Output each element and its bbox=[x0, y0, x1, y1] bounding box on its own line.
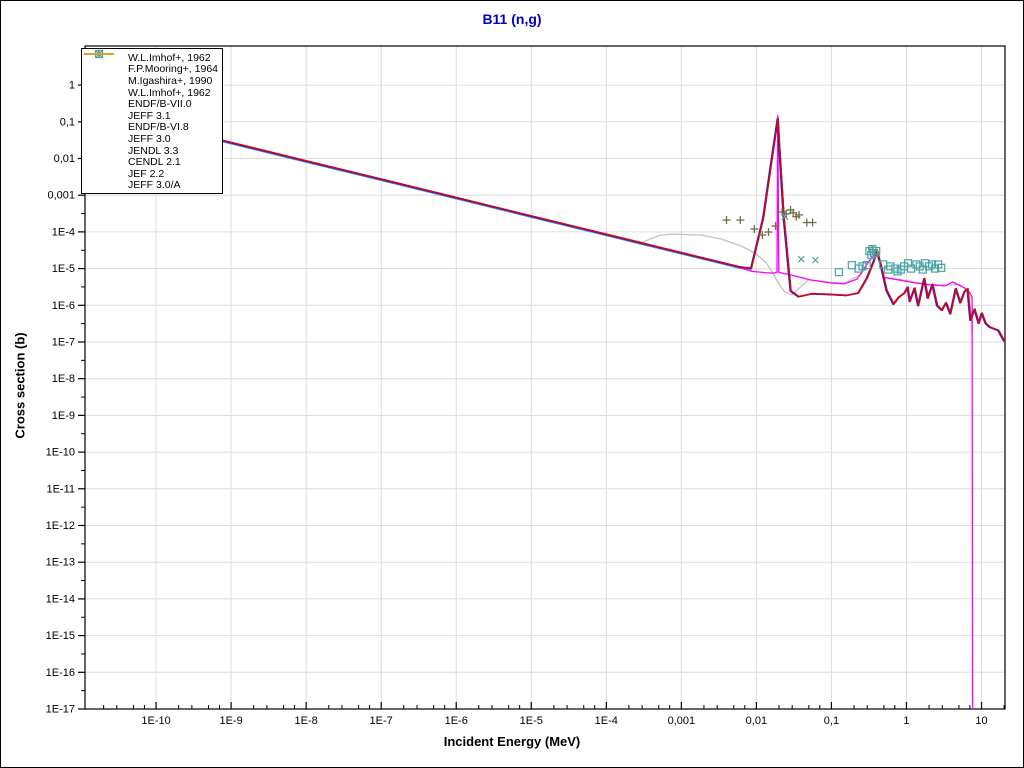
plot-frame bbox=[84, 45, 1006, 710]
legend-item-label: W.L.Imhof+, 1962 bbox=[128, 86, 211, 99]
y-tick-label: 1E-11 bbox=[46, 483, 75, 495]
x-tick-label: 10 bbox=[975, 715, 987, 727]
y-tick-label: 1E-10 bbox=[46, 447, 75, 459]
legend-box: W.L.Imhof+, 1962 F.P.Mooring+, 1964 M.Igas… bbox=[81, 48, 223, 195]
legend-item: JEF 2.2 bbox=[82, 53, 222, 180]
legend-item: CENDL 2.1 bbox=[82, 53, 222, 169]
plot-window: B11 (n,g) Cross section (b) 1E-10 1E-9 1E-… bbox=[0, 0, 1024, 768]
y-tick-label: 0,001 bbox=[47, 190, 75, 202]
y-tick-label: 1E-6 bbox=[52, 300, 75, 312]
marker-square bbox=[847, 261, 856, 270]
y-tick-label: 0,1 bbox=[60, 116, 75, 128]
y-tick-label: 1E-15 bbox=[46, 630, 75, 642]
x-tick-label: 0,01 bbox=[746, 715, 767, 727]
y-tick-label: 1E-9 bbox=[52, 410, 75, 422]
x-tick-label: 1E-9 bbox=[219, 715, 242, 727]
y-tick-label: 1E-13 bbox=[46, 557, 75, 569]
y-tick-label: 1E-17 bbox=[46, 704, 75, 716]
marker-square bbox=[834, 268, 844, 277]
legend-item-label: F.P.Mooring+, 1964 bbox=[128, 63, 218, 76]
legend-item: JEFF 3.1 bbox=[82, 53, 222, 122]
legend-item-label: ENDF/B-VI.8 bbox=[128, 121, 189, 134]
legend-item: ENDF/B-VII.0 bbox=[82, 53, 222, 111]
legend-item-label: CENDL 2.1 bbox=[128, 156, 181, 169]
x-tick-label: 0,1 bbox=[824, 715, 839, 727]
legend-item-label: W.L.Imhof+, 1962 bbox=[128, 51, 211, 64]
legend-item: JEFF 3.0/A bbox=[82, 53, 222, 192]
y-tick-label: 1E-4 bbox=[52, 226, 75, 238]
y-tick-label: 1 bbox=[69, 80, 75, 92]
legend-item: ENDF/B-VI.8 bbox=[82, 53, 222, 134]
x-tick-label: 1E-4 bbox=[595, 715, 618, 727]
y-tick-label: 1E-12 bbox=[46, 520, 75, 532]
y-tick-label: 1E-14 bbox=[46, 593, 75, 605]
legend-item-label: M.Igashira+, 1990 bbox=[128, 74, 213, 87]
y-tick-label: 1E-7 bbox=[52, 336, 75, 348]
x-tick-label: 1E-5 bbox=[520, 715, 543, 727]
legend-item-label: JEFF 3.0 bbox=[128, 132, 171, 145]
legend-item: JENDL 3.3 bbox=[82, 53, 222, 157]
x-tick-label: 1E-7 bbox=[370, 715, 393, 727]
x-tick-label: 1E-6 bbox=[445, 715, 468, 727]
y-tick-label: 1E-16 bbox=[46, 667, 75, 679]
legend-item-label: JEFF 3.1 bbox=[128, 109, 171, 122]
legend-item: M.Igashira+, 1990 bbox=[82, 50, 222, 87]
x-tick-label: 0,001 bbox=[668, 715, 696, 727]
y-tick-label: 1E-5 bbox=[52, 263, 75, 275]
legend-item-label: ENDF/B-VII.0 bbox=[128, 98, 192, 111]
x-tick-label: 1E-8 bbox=[295, 715, 318, 727]
legend-item: JEFF 3.0 bbox=[82, 53, 222, 145]
legend-item-label: JEF 2.2 bbox=[128, 167, 165, 180]
y-tick-label: 1E-8 bbox=[52, 373, 75, 385]
legend-item: F.P.Mooring+, 1964 bbox=[82, 50, 222, 76]
y-tick-label: 0,01 bbox=[54, 153, 75, 165]
legend-item-label: JENDL 3.3 bbox=[128, 144, 179, 157]
legend-item-label: JEFF 3.0/A bbox=[128, 179, 181, 192]
x-tick-label: 1 bbox=[903, 715, 909, 727]
legend-item: W.L.Imhof+, 1962 bbox=[82, 49, 222, 99]
x-tick-label: 1E-10 bbox=[141, 715, 170, 727]
series-jendl-3-3 bbox=[83, 106, 974, 711]
x-axis-label: Incident Energy (MeV) bbox=[443, 734, 581, 749]
